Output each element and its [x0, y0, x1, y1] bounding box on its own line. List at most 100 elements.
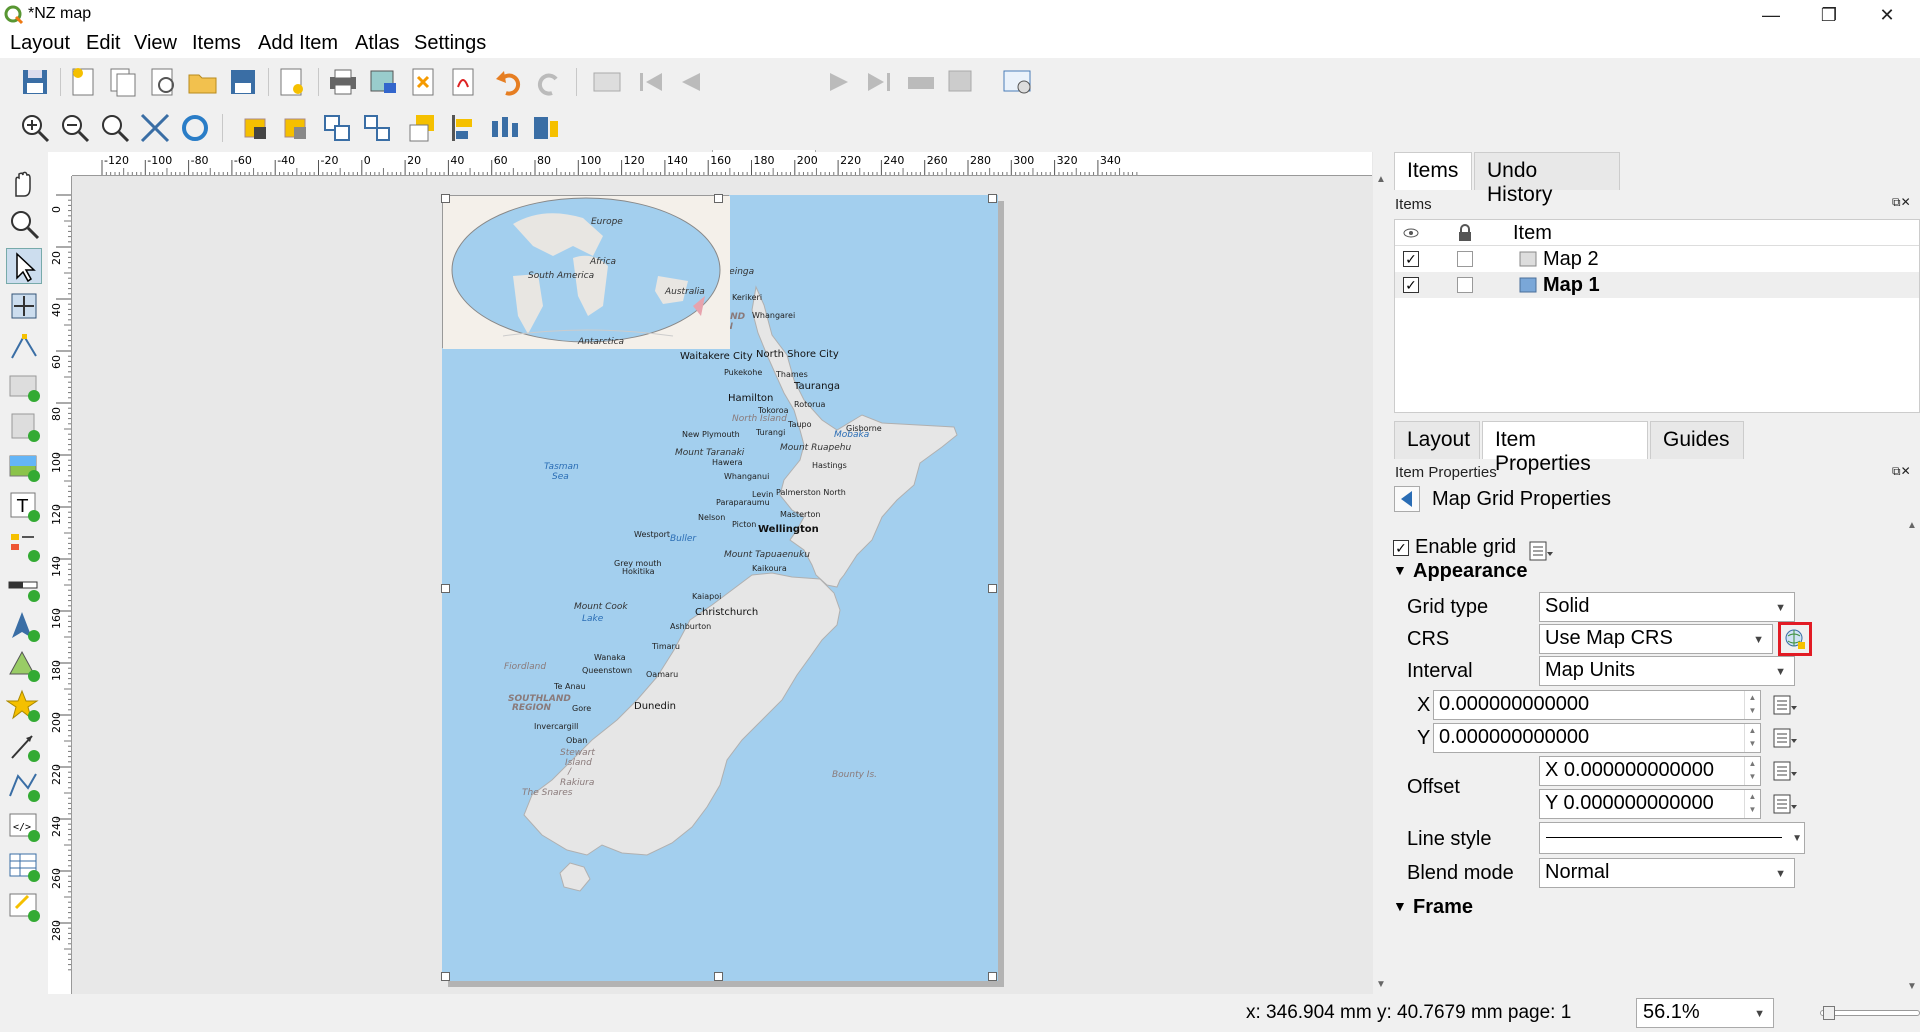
tab-layout[interactable]: Layout: [1394, 421, 1480, 459]
add-arrow-icon[interactable]: [6, 728, 42, 764]
vertical-ruler[interactable]: 0 20 40 60 80 100 120 140 160 180 200 220 240 260 280: [48, 176, 72, 994]
item-row-map-2[interactable]: ✓ Map 2: [1395, 246, 1919, 272]
distribute-items-icon[interactable]: [486, 111, 520, 145]
visibility-checkbox[interactable]: ✓: [1403, 277, 1419, 293]
minimize-button[interactable]: —: [1742, 0, 1800, 30]
crs-selector-globe-icon[interactable]: [1784, 628, 1806, 650]
items-tree[interactable]: Item ✓ Map 2 ✓ Map 1: [1394, 219, 1920, 413]
selection-handle[interactable]: [441, 584, 450, 593]
tab-item-properties[interactable]: Item Properties: [1482, 421, 1648, 475]
panel-float-close-icon[interactable]: ⧉✕: [1892, 195, 1911, 210]
menu-layout[interactable]: Layout: [10, 32, 70, 55]
add-scalebar-icon[interactable]: [6, 568, 42, 604]
enable-grid-checkbox[interactable]: ✓: [1393, 540, 1409, 556]
pan-hand-icon[interactable]: [6, 166, 42, 202]
add-north-arrow-icon[interactable]: [6, 608, 42, 644]
add-pages-icon[interactable]: [274, 65, 308, 99]
selection-handle[interactable]: [988, 972, 997, 981]
zoom-slider-handle[interactable]: [1823, 1006, 1835, 1020]
print-icon[interactable]: [326, 65, 360, 99]
zoom-full-icon[interactable]: [138, 111, 172, 145]
lock-checkbox[interactable]: [1457, 277, 1473, 293]
line-style-button[interactable]: ▼: [1539, 822, 1805, 854]
menu-add-item[interactable]: Add Item: [258, 32, 338, 55]
move-content-icon[interactable]: [6, 288, 42, 324]
zoom-actual-icon[interactable]: [98, 111, 132, 145]
interval-y-spinbox[interactable]: 0.000000000000 ▲ ▼: [1433, 723, 1761, 753]
add-fixed-table-icon[interactable]: [6, 888, 42, 924]
ungroup-items-icon[interactable]: [360, 111, 394, 145]
lock-checkbox[interactable]: [1457, 251, 1473, 267]
back-button[interactable]: [1394, 486, 1420, 512]
export-svg-icon[interactable]: [406, 65, 440, 99]
grid-type-select[interactable]: Solid ▼: [1539, 592, 1795, 622]
unlock-items-icon[interactable]: [280, 111, 314, 145]
add-marker-icon[interactable]: [5, 688, 42, 724]
zoom-combo[interactable]: 56.1% ▼: [1636, 998, 1774, 1028]
next-feature-icon[interactable]: [822, 65, 856, 99]
duplicate-layout-icon[interactable]: [106, 65, 140, 99]
menu-settings[interactable]: Settings: [414, 32, 486, 55]
interval-x-spinbox[interactable]: 0.000000000000 ▲ ▼: [1433, 690, 1761, 720]
add-picture-icon[interactable]: [6, 448, 42, 484]
restore-button[interactable]: ❐: [1800, 0, 1858, 30]
panel-float-close-icon[interactable]: ⧉✕: [1892, 464, 1911, 479]
menu-items[interactable]: Items: [192, 32, 241, 55]
add-map-icon[interactable]: [6, 368, 42, 404]
edit-nodes-icon[interactable]: [6, 328, 42, 364]
raise-items-icon[interactable]: [406, 111, 440, 145]
item-row-map-1[interactable]: ✓ Map 1: [1395, 272, 1919, 298]
print-atlas-icon[interactable]: [904, 65, 938, 99]
tab-undo-history[interactable]: Undo History: [1474, 152, 1620, 206]
first-feature-icon[interactable]: [634, 65, 668, 99]
lock-items-icon[interactable]: [240, 111, 274, 145]
canvas-vertical-scrollbar[interactable]: ▲ ▼: [1373, 152, 1389, 994]
add-attribute-table-icon[interactable]: [6, 848, 42, 884]
selection-handle[interactable]: [441, 194, 450, 203]
add-polyline-icon[interactable]: [6, 768, 42, 804]
tab-guides[interactable]: Guides: [1650, 421, 1744, 459]
align-items-icon[interactable]: [446, 111, 480, 145]
offset-y-spinbox[interactable]: Y 0.000000000000 ▲ ▼: [1539, 789, 1761, 819]
blend-mode-select[interactable]: Normal ▼: [1539, 858, 1795, 888]
select-move-icon[interactable]: [6, 248, 42, 284]
layout-manager-icon[interactable]: [146, 65, 180, 99]
group-items-icon[interactable]: [320, 111, 354, 145]
export-image-icon[interactable]: [366, 65, 400, 99]
selection-handle[interactable]: [714, 972, 723, 981]
appearance-group-title[interactable]: Appearance: [1413, 560, 1528, 583]
data-defined-override-icon[interactable]: [1771, 725, 1797, 751]
selection-handle[interactable]: [714, 194, 723, 203]
visibility-checkbox[interactable]: ✓: [1403, 251, 1419, 267]
zoom-out-icon[interactable]: [58, 111, 92, 145]
add-label-icon[interactable]: T: [6, 488, 42, 524]
properties-scrollbar[interactable]: ▲ ▼: [1904, 520, 1920, 994]
open-template-icon[interactable]: [186, 65, 220, 99]
selection-handle[interactable]: [988, 584, 997, 593]
redo-icon[interactable]: [532, 65, 566, 99]
add-3d-map-icon[interactable]: [6, 408, 42, 444]
resize-items-icon[interactable]: [528, 111, 562, 145]
data-defined-override-icon[interactable]: [1527, 538, 1553, 564]
tab-items[interactable]: Items: [1394, 152, 1472, 190]
collapse-arrow-icon[interactable]: ▼: [1393, 898, 1407, 914]
refresh-icon[interactable]: [178, 111, 212, 145]
interval-units-select[interactable]: Map Units ▼: [1539, 656, 1795, 686]
atlas-preview-icon[interactable]: [590, 65, 624, 99]
add-legend-icon[interactable]: [6, 528, 42, 564]
menu-atlas[interactable]: Atlas: [355, 32, 399, 55]
zoom-tool-icon[interactable]: [6, 206, 42, 242]
data-defined-override-icon[interactable]: [1771, 758, 1797, 784]
data-defined-override-icon[interactable]: [1771, 692, 1797, 718]
map-2-world-inset[interactable]: Europe Africa South America Australia An…: [442, 195, 730, 349]
export-pdf-icon[interactable]: [446, 65, 480, 99]
horizontal-ruler[interactable]: -120 -100 -80 -60 -40 -20 0 20 40 60 80 100 120 140 16…: [72, 152, 1372, 176]
frame-group-title[interactable]: Frame: [1413, 896, 1473, 919]
zoom-in-icon[interactable]: [18, 111, 52, 145]
previous-feature-icon[interactable]: [674, 65, 708, 99]
data-defined-override-icon[interactable]: [1771, 791, 1797, 817]
crs-select[interactable]: Use Map CRS ▼: [1539, 624, 1773, 654]
menu-edit[interactable]: Edit: [86, 32, 120, 55]
last-feature-icon[interactable]: [862, 65, 896, 99]
save-icon[interactable]: [18, 65, 52, 99]
